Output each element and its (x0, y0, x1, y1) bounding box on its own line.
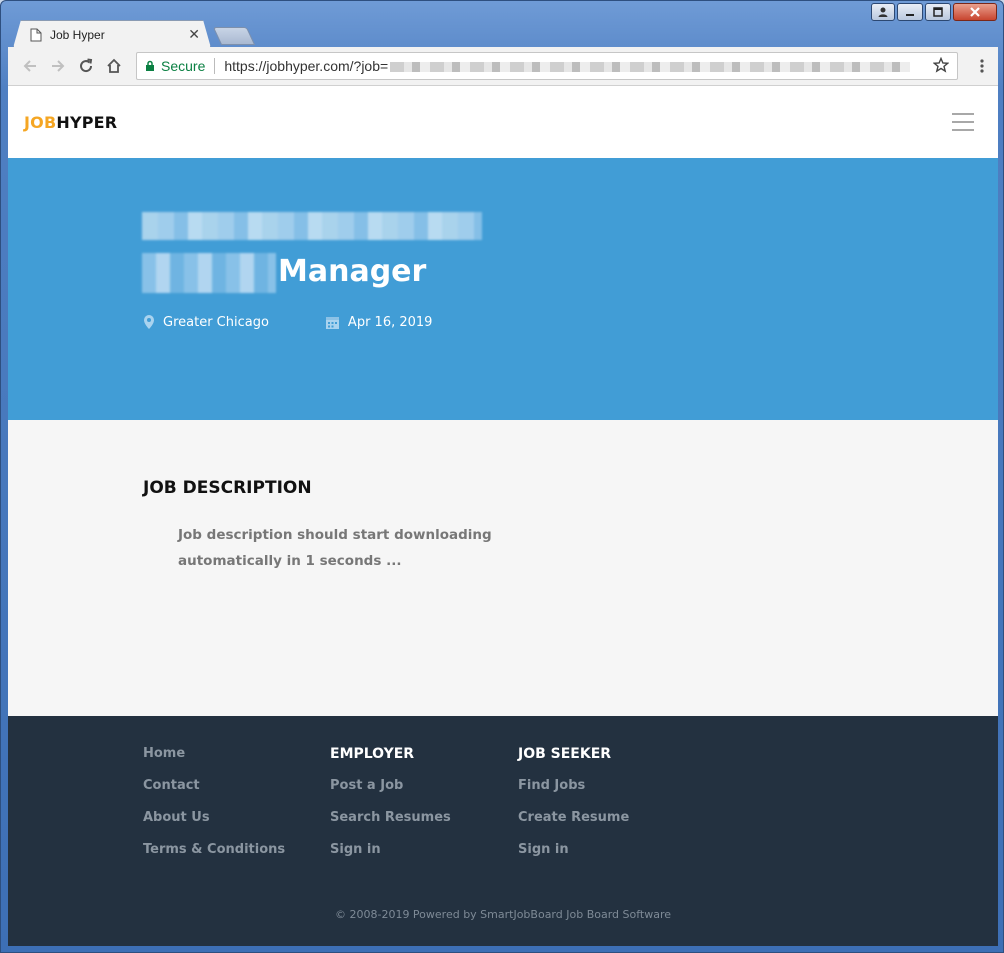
footer-col-main: Home Contact About Us Terms & Conditions (143, 746, 285, 874)
browser-menu-button[interactable] (968, 52, 996, 80)
footer-link-create-resume[interactable]: Create Resume (518, 810, 629, 832)
forward-button[interactable] (44, 52, 72, 80)
logo-part-job: JOB (24, 112, 57, 132)
footer-copyright: © 2008-2019 Powered by SmartJobBoard Job… (334, 908, 672, 921)
footer-link-contact[interactable]: Contact (143, 778, 285, 800)
redacted-title-block (142, 211, 482, 240)
user-profile-button[interactable] (871, 3, 895, 21)
footer-link-find-jobs[interactable]: Find Jobs (518, 778, 629, 800)
logo-part-hyper: HYPER (56, 112, 118, 132)
browser-window: Job Hyper ✕ Secure https://jobhyper.com/… (0, 0, 1004, 953)
hamburger-menu-icon[interactable] (952, 113, 974, 131)
back-arrow-icon (23, 60, 36, 72)
footer-col-seeker: JOB SEEKER Find Jobs Create Resume Sign … (518, 746, 629, 874)
job-description-heading: JOB DESCRIPTION (143, 478, 312, 498)
tab-close-icon[interactable]: ✕ (188, 26, 200, 43)
page-viewport: JOBHYPER Manager Greater Chicago Apr 16,… (8, 86, 998, 946)
footer-col-employer: EMPLOYER Post a Job Search Resumes Sign … (330, 746, 451, 874)
minimize-icon (906, 14, 914, 16)
site-header: JOBHYPER (8, 86, 998, 158)
lock-icon (146, 60, 154, 71)
home-button[interactable] (100, 52, 128, 80)
new-tab-button[interactable] (212, 27, 256, 45)
job-description-text: Job description should start downloading… (178, 527, 492, 569)
job-meta: Greater Chicago Apr 16, 2019 (143, 314, 432, 330)
site-footer: Home Contact About Us Terms & Conditions… (8, 716, 998, 946)
job-hero: Manager Greater Chicago Apr 16, 2019 (8, 158, 998, 420)
reload-icon (80, 58, 93, 73)
home-icon (107, 58, 121, 73)
minimize-button[interactable] (897, 3, 923, 21)
secure-label: Secure (161, 58, 206, 74)
maximize-button[interactable] (925, 3, 951, 21)
tab-job-hyper[interactable]: Job Hyper ✕ (13, 20, 211, 48)
map-pin-icon (144, 315, 154, 329)
job-date-text: Apr 16, 2019 (347, 314, 433, 330)
page-icon (30, 28, 42, 41)
calendar-icon (325, 316, 339, 329)
forward-arrow-icon (52, 60, 65, 72)
footer-heading-seeker: JOB SEEKER (518, 746, 612, 762)
url-redacted (388, 58, 933, 74)
job-title-visible: Manager (278, 254, 427, 289)
window-controls (871, 3, 997, 21)
close-icon (970, 7, 980, 17)
user-icon (878, 7, 888, 17)
footer-link-post-job[interactable]: Post a Job (330, 778, 451, 800)
site-logo[interactable]: JOBHYPER (24, 113, 117, 132)
footer-link-about[interactable]: About Us (143, 810, 285, 832)
secure-indicator[interactable]: Secure (145, 58, 205, 74)
footer-link-seeker-sign-in[interactable]: Sign in (518, 842, 629, 864)
title-bar: Job Hyper ✕ (1, 1, 1003, 48)
tab-title: Job Hyper (50, 27, 105, 42)
url-text: https://jobhyper.com/?job= (224, 58, 389, 74)
maximize-icon (933, 7, 943, 17)
more-vertical-icon (980, 59, 984, 73)
address-bar[interactable]: Secure https://jobhyper.com/?job= (136, 52, 958, 80)
omnibox-separator (214, 58, 216, 74)
reload-button[interactable] (72, 52, 100, 80)
footer-link-terms[interactable]: Terms & Conditions (143, 842, 285, 864)
job-location: Greater Chicago (143, 314, 269, 330)
footer-link-home[interactable]: Home (143, 746, 285, 768)
browser-toolbar: Secure https://jobhyper.com/?job= (8, 47, 998, 86)
footer-link-employer-sign-in[interactable]: Sign in (330, 842, 451, 864)
footer-heading-employer: EMPLOYER (330, 746, 415, 762)
job-date: Apr 16, 2019 (325, 314, 433, 330)
redacted-title-block (142, 252, 276, 293)
bookmark-star-icon[interactable] (932, 56, 950, 76)
job-title: Manager (142, 206, 542, 294)
footer-link-search-resumes[interactable]: Search Resumes (330, 810, 451, 832)
back-button[interactable] (16, 52, 44, 80)
job-description-section: JOB DESCRIPTION Job description should s… (8, 420, 998, 716)
close-window-button[interactable] (953, 3, 997, 21)
job-location-text: Greater Chicago (163, 314, 269, 330)
